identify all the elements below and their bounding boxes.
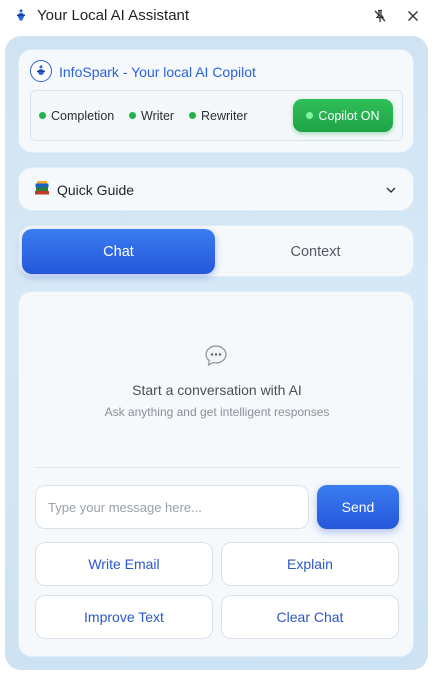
chat-bubble-icon: [205, 345, 227, 367]
empty-state-title: Start a conversation with AI: [132, 382, 302, 398]
brand-name: InfoSpark - Your local AI Copilot: [59, 64, 256, 80]
chat-panel: Start a conversation with AI Ask anythin…: [18, 291, 414, 657]
books-icon: [35, 181, 49, 195]
unpin-icon[interactable]: [373, 9, 387, 23]
message-input[interactable]: [35, 485, 309, 529]
close-icon[interactable]: [406, 9, 420, 23]
status-dot-icon: [306, 112, 314, 119]
tab-bar: Chat Context: [18, 225, 414, 277]
feature-completion: Completion: [39, 109, 114, 123]
brand-logo-icon: [30, 60, 52, 82]
tab-chat[interactable]: Chat: [22, 229, 215, 274]
divider: [35, 467, 399, 468]
feature-writer: Writer: [129, 109, 174, 123]
title-bar: Your Local AI Assistant: [0, 0, 436, 32]
copilot-toggle-button[interactable]: Copilot ON: [293, 99, 393, 132]
feature-rewriter: Rewriter: [189, 109, 248, 123]
send-button[interactable]: Send: [317, 485, 399, 529]
window-title: Your Local AI Assistant: [37, 7, 190, 24]
brand-card: InfoSpark - Your local AI Copilot Comple…: [18, 49, 414, 153]
quick-guide-label: Quick Guide: [57, 182, 135, 198]
assistant-panel: InfoSpark - Your local AI Copilot Comple…: [5, 36, 428, 670]
chevron-down-icon: [386, 187, 396, 193]
write-email-button[interactable]: Write Email: [35, 542, 213, 586]
improve-text-button[interactable]: Improve Text: [35, 595, 213, 639]
status-dot-icon: [189, 112, 196, 119]
clear-chat-button[interactable]: Clear Chat: [221, 595, 399, 639]
tab-context[interactable]: Context: [219, 229, 412, 274]
status-dot-icon: [129, 112, 136, 119]
feature-status-bar: Completion Writer Rewriter Copilot ON: [30, 90, 403, 141]
app-logo-icon: [17, 9, 25, 21]
empty-state-subtitle: Ask anything and get intelligent respons…: [104, 405, 330, 419]
quick-guide-toggle[interactable]: Quick Guide: [18, 167, 414, 211]
explain-button[interactable]: Explain: [221, 542, 399, 586]
status-dot-icon: [39, 112, 46, 119]
